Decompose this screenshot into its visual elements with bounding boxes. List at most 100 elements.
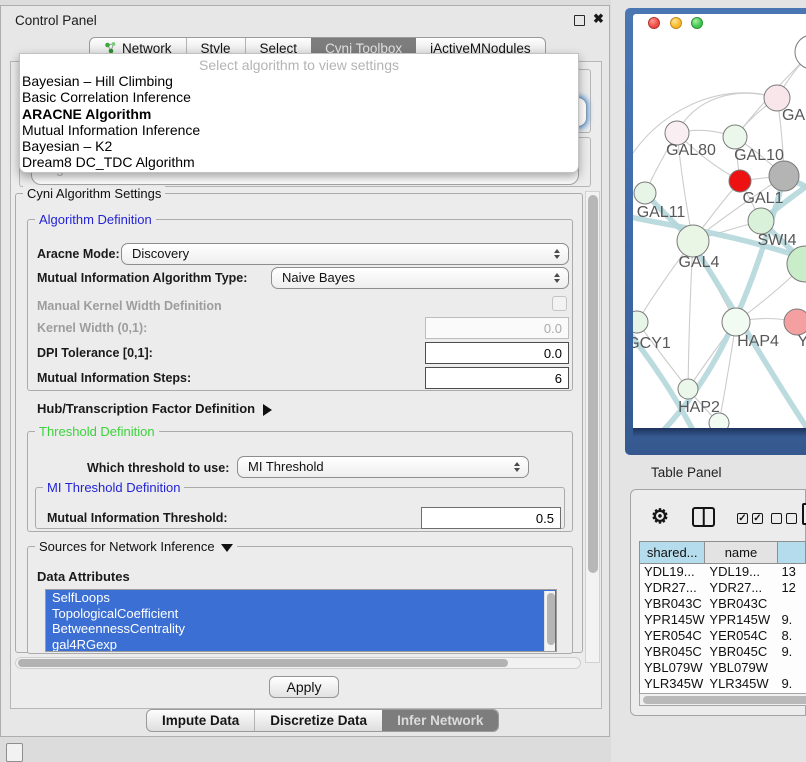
attribute-item-selfloops[interactable]: SelfLoops (46, 590, 556, 606)
aracne-mode-combobox[interactable]: Discovery (121, 243, 569, 265)
float-window-icon[interactable] (574, 15, 585, 26)
mi-threshold-field[interactable] (421, 507, 561, 529)
dpi-tolerance-field[interactable] (425, 342, 569, 364)
table-row[interactable]: YBR045CYBR045C9. (640, 644, 806, 660)
table-row[interactable]: YBR043CYBR043C (640, 596, 806, 612)
node-label-y: Y (798, 333, 806, 350)
manual-kernel-width-checkbox[interactable] (552, 296, 567, 311)
attribute-item-gal4rgexp[interactable]: gal4RGexp (46, 637, 556, 652)
table-row[interactable]: YLR345WYLR345W9. (640, 676, 806, 692)
sources-group-title: Sources for Network Inference (35, 539, 237, 554)
zoom-traffic-light-icon[interactable] (691, 17, 703, 29)
network-node-gal10[interactable] (723, 125, 747, 149)
scrollbar-thumb[interactable] (18, 659, 508, 667)
column-header-2[interactable] (778, 542, 806, 564)
mi-algorithm-type-value: Naive Bayes (282, 270, 355, 285)
manual-kernel-width-label: Manual Kernel Width Definition (37, 299, 222, 313)
which-threshold-combobox[interactable]: MI Threshold (237, 456, 529, 478)
table-cell: YBR045C (640, 644, 705, 660)
scrollbar-thumb[interactable] (643, 696, 806, 704)
node-label-hap2: HAP2 (678, 399, 720, 416)
kernel-width-label: Kernel Width (0,1): (37, 321, 147, 335)
column-header-shared[interactable]: shared... (640, 542, 705, 564)
table-cell: YBL079W (640, 660, 705, 676)
algorithm-option-bayesian-k2[interactable]: Bayesian – K2 (20, 138, 578, 154)
network-node-gal11[interactable] (634, 182, 656, 204)
table-row[interactable]: YDR27...YDR27...12 (640, 580, 806, 596)
network-node-swi4[interactable] (748, 208, 774, 234)
deselect-all-icon[interactable] (786, 513, 797, 524)
table-row[interactable]: YER054CYER054C8. (640, 628, 806, 644)
scrollbar-thumb[interactable] (588, 195, 598, 573)
mi-threshold-label: Mutual Information Threshold: (47, 511, 228, 525)
attribute-item-betweennesscentrality[interactable]: BetweennessCentrality (46, 621, 556, 637)
algorithm-option-mutual-information-inference[interactable]: Mutual Information Inference (20, 122, 578, 138)
spinner-arrows-icon (554, 273, 560, 283)
data-attributes-label: Data Attributes (37, 569, 130, 584)
algorithm-option-aracne-algorithm[interactable]: ARACNE Algorithm (20, 106, 578, 122)
settings-horizontal-scrollbar[interactable] (15, 657, 581, 669)
collapse-arrow-icon[interactable] (221, 544, 233, 552)
table-panel-toolbar: ⚙ ✓ ✓ (631, 490, 805, 539)
control-panel-title: Control Panel (15, 13, 97, 28)
cyni-algorithm-settings-title: Cyni Algorithm Settings (23, 186, 165, 201)
control-panel-window: Control Panel ✖ NetworkStyleSelectCyni T… (0, 5, 610, 737)
network-node[interactable] (795, 35, 806, 69)
close-icon[interactable]: ✖ (593, 11, 604, 27)
node-label-hap4: HAP4 (737, 333, 779, 350)
network-node-hap2[interactable] (678, 379, 698, 399)
select-all-icon[interactable]: ✓ (737, 513, 748, 524)
data-attributes-list[interactable]: SelfLoopsTopologicalCoefficientBetweenne… (45, 589, 557, 652)
settings-vertical-scrollbar[interactable] (585, 191, 600, 663)
close-traffic-light-icon[interactable] (648, 17, 660, 29)
algorithm-option-dream8-dc-tdc-algorithm[interactable]: Dream8 DC_TDC Algorithm (20, 154, 578, 170)
network-canvas[interactable]: GALGAL80GAL10GAL1GAL11SWI4GAL4GCY1HAP4YH… (633, 30, 806, 428)
table-body: YDL19...YDL19...13YDR27...YDR27...12YBR0… (640, 564, 806, 693)
scrollbar-thumb[interactable] (547, 593, 555, 645)
network-node-gal1[interactable] (769, 161, 799, 191)
network-edge[interactable] (677, 93, 777, 133)
apply-button[interactable]: Apply (269, 676, 339, 698)
mi-steps-field[interactable] (425, 367, 569, 389)
table-cell: YDR27... (640, 580, 705, 596)
column-layout-icon[interactable] (692, 507, 715, 527)
tab-discretize-data[interactable]: Discretize Data (254, 710, 382, 731)
network-node-hap4[interactable] (722, 308, 750, 336)
network-window-titlebar[interactable] (633, 14, 806, 31)
hub-definition-toggle[interactable]: Hub/Transcription Factor Definition (37, 401, 272, 416)
mi-threshold-group-title: MI Threshold Definition (43, 480, 184, 495)
list-vertical-scrollbar[interactable] (544, 591, 555, 652)
mi-algorithm-type-combobox[interactable]: Naive Bayes (271, 267, 569, 289)
algorithm-popup-placeholder: Select algorithm to view settings (20, 54, 578, 73)
minimized-panel-icon[interactable] (6, 743, 23, 762)
table-horizontal-scrollbar[interactable] (639, 693, 806, 706)
table-cell: 13 (777, 564, 806, 580)
table-row[interactable]: YPR145WYPR145W9. (640, 612, 806, 628)
gear-icon[interactable]: ⚙ (651, 504, 669, 529)
tab-infer-network[interactable]: Infer Network (382, 710, 498, 731)
deselect-all-icon[interactable] (771, 513, 782, 524)
select-all-icon[interactable]: ✓ (752, 513, 763, 524)
column-header-name[interactable]: name (705, 542, 777, 564)
attribute-item-topologicalcoefficient[interactable]: TopologicalCoefficient (46, 606, 556, 622)
network-node-gal4[interactable] (677, 225, 709, 257)
kernel-width-field[interactable] (425, 317, 569, 339)
minimize-traffic-light-icon[interactable] (670, 17, 682, 29)
algorithm-option-bayesian-hill-climbing[interactable]: Bayesian – Hill Climbing (20, 73, 578, 89)
table-row[interactable]: YDL19...YDL19...13 (640, 564, 806, 580)
node-label-gal1: GAL1 (743, 190, 784, 207)
expand-arrow-icon[interactable] (263, 404, 272, 416)
table-row[interactable]: YBL079WYBL079W (640, 660, 806, 676)
node-label-gcy1: GCY1 (633, 335, 671, 352)
mi-steps-label: Mutual Information Steps: (37, 371, 191, 385)
tab-impute-data[interactable]: Impute Data (147, 710, 254, 731)
document-icon[interactable] (802, 503, 806, 525)
network-node-y[interactable] (784, 309, 806, 335)
spinner-arrows-icon (554, 249, 560, 259)
network-node-gcy1[interactable] (633, 311, 648, 333)
table-cell: YBR043C (705, 596, 777, 612)
network-view-window[interactable]: GALGAL80GAL10GAL1GAL11SWI4GAL4GCY1HAP4YH… (625, 8, 806, 455)
algorithm-option-basic-correlation-inference[interactable]: Basic Correlation Inference (20, 89, 578, 105)
network-node[interactable] (729, 170, 751, 192)
table-cell: YPR145W (640, 612, 705, 628)
